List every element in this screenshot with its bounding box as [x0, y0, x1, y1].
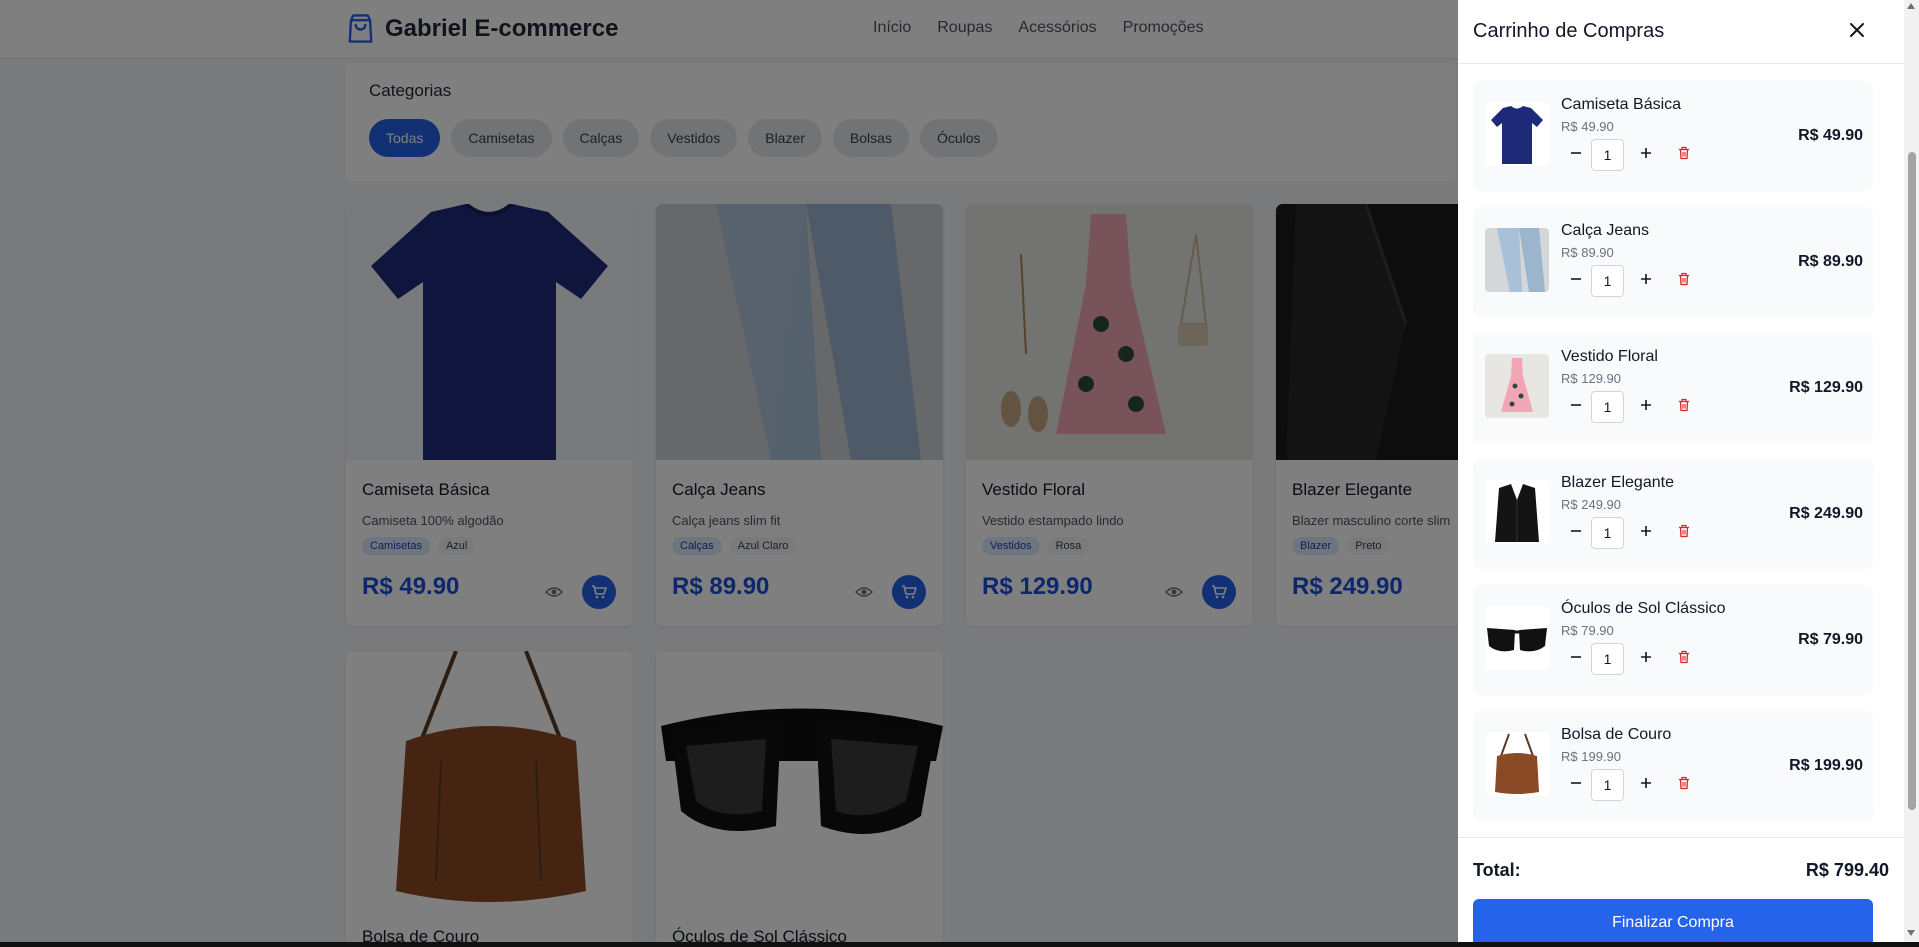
- scrollbar-thumb[interactable]: [1908, 152, 1916, 810]
- trash-icon[interactable]: [1677, 398, 1691, 412]
- cart-item-thumbnail: [1485, 606, 1549, 670]
- cart-item-total: R$ 49.90: [1798, 127, 1863, 144]
- plus-icon[interactable]: [1639, 524, 1653, 538]
- cart-item-name: Calça Jeans: [1561, 222, 1650, 239]
- scroll-up-icon[interactable]: [1907, 3, 1915, 9]
- trash-icon[interactable]: [1677, 524, 1691, 538]
- close-icon[interactable]: [1848, 21, 1866, 39]
- minus-icon[interactable]: [1569, 524, 1583, 538]
- cart-item-thumbnail: [1485, 354, 1549, 418]
- quantity-field[interactable]: 1: [1591, 643, 1624, 675]
- total-label: Total:: [1473, 860, 1521, 880]
- cart-item: Óculos de Sol Clássico R$ 79.90 1 R$ 79.…: [1473, 585, 1873, 695]
- cart-item: Camiseta Básica R$ 49.90 1 R$ 49.90: [1473, 81, 1873, 191]
- cart-item-total: R$ 249.90: [1789, 505, 1863, 522]
- cart-item: Vestido Floral R$ 129.90 1 R$ 129.90: [1473, 333, 1873, 443]
- cart-item-unit-price: R$ 49.90: [1561, 119, 1614, 134]
- cart-item-name: Vestido Floral: [1561, 348, 1658, 365]
- quantity-field[interactable]: 1: [1591, 139, 1624, 171]
- cart-item-thumbnail: [1485, 732, 1549, 796]
- cart-item-unit-price: R$ 79.90: [1561, 623, 1614, 638]
- cart-item: Blazer Elegante R$ 249.90 1 R$ 249.90: [1473, 459, 1873, 569]
- minus-icon[interactable]: [1569, 146, 1583, 160]
- minus-icon[interactable]: [1569, 776, 1583, 790]
- trash-icon[interactable]: [1677, 650, 1691, 664]
- minus-icon[interactable]: [1569, 650, 1583, 664]
- cart-item-total: R$ 129.90: [1789, 379, 1863, 396]
- cart-drawer: Carrinho de Compras Camiseta Básica R$ 4…: [1458, 0, 1904, 947]
- plus-icon[interactable]: [1639, 650, 1653, 664]
- cart-item-name: Blazer Elegante: [1561, 474, 1674, 491]
- cart-item-unit-price: R$ 129.90: [1561, 371, 1621, 386]
- plus-icon[interactable]: [1639, 776, 1653, 790]
- trash-icon[interactable]: [1677, 272, 1691, 286]
- scroll-down-icon[interactable]: [1907, 930, 1915, 936]
- total-value: R$ 799.40: [1805, 860, 1889, 880]
- cart-item-total: R$ 79.90: [1798, 631, 1863, 648]
- cart-item-total: R$ 199.90: [1789, 757, 1863, 774]
- cart-item: Bolsa de Couro R$ 199.90 1 R$ 199.90: [1473, 711, 1873, 821]
- cart-scrollbar[interactable]: [1904, 0, 1919, 947]
- cart-item-name: Bolsa de Couro: [1561, 726, 1672, 743]
- cart-header: Carrinho de Compras: [1458, 0, 1904, 64]
- plus-icon[interactable]: [1639, 146, 1653, 160]
- quantity-field[interactable]: 1: [1591, 391, 1624, 423]
- plus-icon[interactable]: [1639, 398, 1653, 412]
- checkout-button[interactable]: Finalizar Compra: [1473, 899, 1873, 947]
- cart-item-thumbnail: [1485, 102, 1549, 166]
- quantity-field[interactable]: 1: [1591, 517, 1624, 549]
- minus-icon[interactable]: [1569, 272, 1583, 286]
- trash-icon[interactable]: [1677, 146, 1691, 160]
- window-bottom-edge: [0, 942, 1919, 947]
- quantity-field[interactable]: 1: [1591, 769, 1624, 801]
- cart-item: Calça Jeans R$ 89.90 1 R$ 89.90: [1473, 207, 1873, 317]
- cart-item-name: Camiseta Básica: [1561, 96, 1682, 113]
- trash-icon[interactable]: [1677, 776, 1691, 790]
- cart-item-unit-price: R$ 249.90: [1561, 497, 1621, 512]
- cart-item-unit-price: R$ 199.90: [1561, 749, 1621, 764]
- cart-footer: Total: R$ 799.40 Finalizar Compra: [1458, 837, 1904, 947]
- cart-title: Carrinho de Compras: [1473, 20, 1665, 42]
- cart-item-thumbnail: [1485, 228, 1549, 292]
- quantity-field[interactable]: 1: [1591, 265, 1624, 297]
- cart-item-name: Óculos de Sol Clássico: [1561, 600, 1726, 617]
- plus-icon[interactable]: [1639, 272, 1653, 286]
- minus-icon[interactable]: [1569, 398, 1583, 412]
- cart-item-unit-price: R$ 89.90: [1561, 245, 1614, 260]
- cart-item-total: R$ 89.90: [1798, 253, 1863, 270]
- cart-item-thumbnail: [1485, 480, 1549, 544]
